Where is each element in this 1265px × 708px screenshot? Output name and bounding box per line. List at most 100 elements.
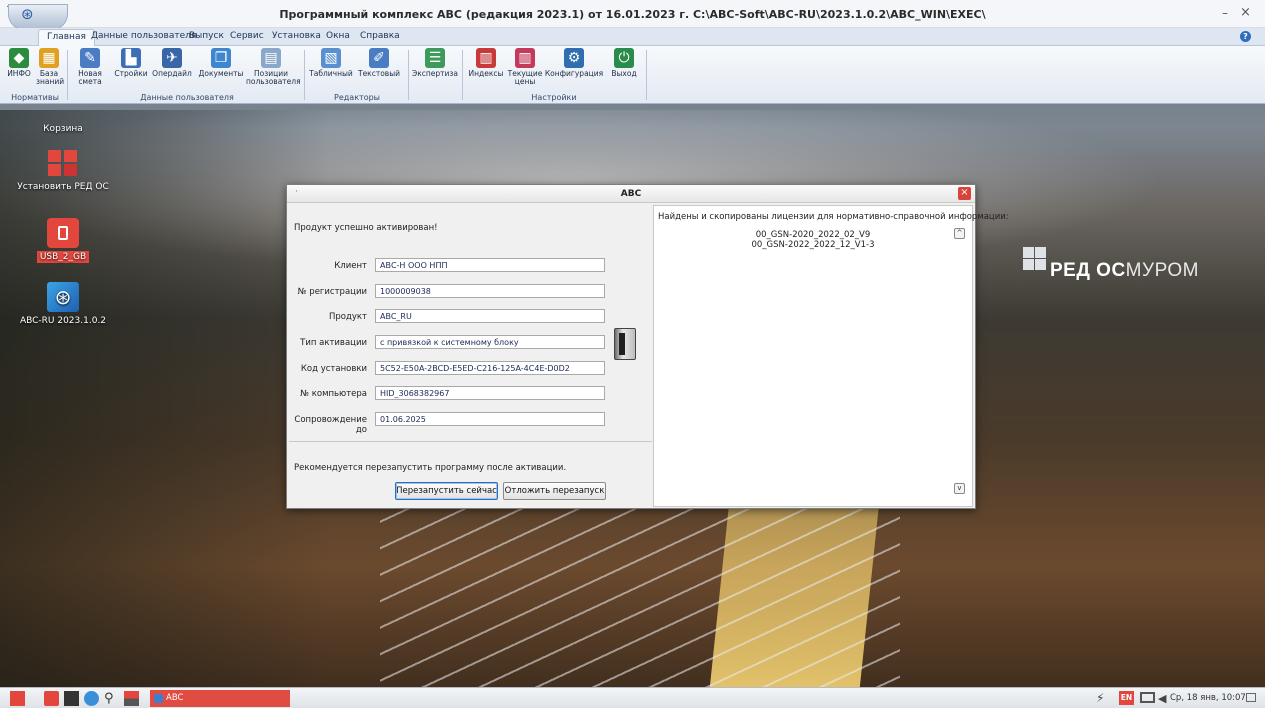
tab-help[interactable]: Справка xyxy=(360,31,400,41)
field-label-registration: № регистрации xyxy=(297,287,367,297)
display-icon[interactable] xyxy=(1140,692,1155,703)
ribbon-button-operfile[interactable]: ✈ Опердайл xyxy=(150,48,194,78)
show-desktop-button[interactable] xyxy=(1246,693,1256,702)
restart-now-button[interactable]: Перезапустить сейчас xyxy=(395,482,498,500)
group-separator xyxy=(67,50,68,100)
product-field[interactable]: ABC_RU xyxy=(375,309,605,323)
ribbon-button-table-editor[interactable]: ▧ Табличный xyxy=(308,48,354,78)
field-label-activation-type: Тип активации xyxy=(300,338,367,348)
file-manager-icon[interactable] xyxy=(44,691,59,706)
tab-service[interactable]: Сервис xyxy=(230,31,264,41)
ribbon-button-construction[interactable]: ▙ Стройки xyxy=(112,48,150,78)
table-editor-icon: ▧ xyxy=(321,48,341,68)
field-label-install-code: Код установки xyxy=(300,364,367,374)
ribbon-button-label: Табличный xyxy=(309,69,353,78)
ribbon-button-knowledge-base[interactable]: ▦ База знаний xyxy=(36,48,65,86)
group-separator xyxy=(646,50,647,100)
tab-user-data[interactable]: Данные пользователя xyxy=(91,31,196,41)
exit-icon: ⏻ xyxy=(614,48,634,68)
ribbon-button-exit[interactable]: ⏻ Выход xyxy=(606,48,642,78)
field-label-support-until: Сопровождение до xyxy=(294,415,367,435)
terminal-icon[interactable] xyxy=(64,691,79,706)
tab-output[interactable]: Выпуск xyxy=(189,31,224,41)
redos-wallpaper-logo: РЕД ОСМУРОМ xyxy=(1023,247,1203,287)
network-icon[interactable]: ⚡ xyxy=(1096,691,1111,706)
close-window-button[interactable]: × xyxy=(1240,5,1251,20)
ribbon-button-label: Документы xyxy=(198,69,244,78)
success-message: Продукт успешно активирован! xyxy=(294,223,438,233)
taskbar-task-abc[interactable]: ABC xyxy=(150,690,290,707)
licenses-list: 00_GSN-2020_2022_02_V9 00_GSN-2022_2022_… xyxy=(654,230,972,250)
expertise-icon: ☰ xyxy=(425,48,445,68)
postpone-restart-button[interactable]: Отложить перезапуск xyxy=(503,482,606,500)
redos-brand: РЕД ОС xyxy=(1050,260,1126,281)
support-until-field[interactable]: 01.06.2025 xyxy=(375,412,605,426)
indexes-icon: ▥ xyxy=(476,48,496,68)
ribbon-button-label: База знаний xyxy=(36,69,65,86)
client-field[interactable]: АВС-Н ООО НПП xyxy=(375,258,605,272)
desktop-icon-trash[interactable]: Корзина xyxy=(8,112,118,134)
minimize-button[interactable]: – xyxy=(1222,6,1228,20)
activation-dialog: · АВС × Продукт успешно активирован! Кли… xyxy=(286,184,1009,509)
redos-logo-icon xyxy=(1023,247,1047,271)
ribbon-button-label: Конфигурация xyxy=(544,69,604,78)
dialog-titlebar: · АВС × xyxy=(287,185,975,203)
restart-recommendation: Рекомендуется перезапустить программу по… xyxy=(294,463,567,473)
ribbon-button-expertise[interactable]: ☰ Экспертиза xyxy=(411,48,459,78)
documents-icon: ❐ xyxy=(211,48,231,68)
install-code-field[interactable]: 5C52-E50A-2BCD-E5ED-C216-125A-4C4E-D0D2 xyxy=(375,361,605,375)
search-icon[interactable]: ⚲ xyxy=(104,691,119,706)
redos-edition: МУРОМ xyxy=(1125,260,1199,281)
start-menu-icon[interactable] xyxy=(10,691,25,706)
desktop-icon-abc[interactable]: ⊛ ABC-RU 2023.1.0.2 xyxy=(8,282,118,326)
ribbon-button-text-editor[interactable]: ✐ Текстовый xyxy=(356,48,402,78)
app-launcher-icon[interactable] xyxy=(124,691,139,706)
current-prices-icon: ▥ xyxy=(515,48,535,68)
tab-windows[interactable]: Окна xyxy=(326,31,350,41)
field-label-client: Клиент xyxy=(334,261,367,271)
ribbon-button-label: Позиции пользователя xyxy=(246,69,301,86)
computer-number-field[interactable]: HID_3068382967 xyxy=(375,386,605,400)
activation-info-pane: Продукт успешно активирован! Клиент АВС-… xyxy=(289,205,652,507)
help-icon[interactable]: ? xyxy=(1240,31,1251,42)
ribbon-button-label: ИНФО xyxy=(7,69,31,78)
scroll-up-button[interactable]: ^ xyxy=(954,228,965,239)
tab-install[interactable]: Установка xyxy=(272,31,321,41)
tab-main[interactable]: Главная xyxy=(38,29,95,46)
ribbon-button-label: Опердайл xyxy=(152,69,192,78)
licenses-header: Найдены и скопированы лицензии для норма… xyxy=(658,212,1009,222)
trash-icon xyxy=(45,112,81,120)
window-title: Программный комплекс АВС (редакция 2023.… xyxy=(279,8,986,21)
group-label-user-data: Данные пользователя xyxy=(140,93,234,102)
desktop-icon-label: Корзина xyxy=(43,124,83,134)
operfile-icon: ✈ xyxy=(162,48,182,68)
ribbon-button-label: Экспертиза xyxy=(412,69,458,78)
browser-icon[interactable] xyxy=(84,691,99,706)
desktop-icon-label: USB_2_GB xyxy=(36,251,90,263)
desktop-icon-label: Установить РЕД ОС xyxy=(17,182,109,192)
dialog-close-button[interactable]: × xyxy=(958,187,971,200)
configuration-icon: ⚙ xyxy=(564,48,584,68)
group-separator xyxy=(462,50,463,100)
ribbon-button-configuration[interactable]: ⚙ Конфигурация xyxy=(544,48,604,78)
ribbon-button-current-prices[interactable]: ▥ Текущие цены xyxy=(506,48,544,86)
scroll-down-button[interactable]: v xyxy=(954,483,965,494)
activation-type-field[interactable]: с привязкой к системному блоку xyxy=(375,335,605,349)
ribbon-button-documents[interactable]: ❐ Документы xyxy=(197,48,245,78)
ribbon-button-indexes[interactable]: ▥ Индексы xyxy=(466,48,506,78)
desktop-icon-install-redos[interactable]: Установить РЕД ОС xyxy=(8,148,118,192)
ribbon-button-info[interactable]: ◆ ИНФО xyxy=(6,48,32,78)
knowledge-base-icon: ▦ xyxy=(39,48,59,68)
field-label-product: Продукт xyxy=(329,312,367,322)
application-button[interactable]: ⊛ xyxy=(8,4,68,30)
registration-number-field[interactable]: 1000009038 xyxy=(375,284,605,298)
keyboard-layout-indicator[interactable]: EN xyxy=(1119,691,1134,705)
licenses-pane: Найдены и скопированы лицензии для норма… xyxy=(653,205,1009,507)
text-editor-icon: ✐ xyxy=(369,48,389,68)
ribbon-button-user-positions[interactable]: ▤ Позиции пользователя xyxy=(246,48,301,86)
clock[interactable]: Ср, 18 янв, 10:07 xyxy=(1170,693,1246,703)
desktop-icon-usb[interactable]: USB_2_GB xyxy=(8,218,118,263)
ribbon-button-label: Стройки xyxy=(114,69,148,78)
license-item: 00_GSN-2022_2022_12_V1-3 xyxy=(751,240,875,250)
ribbon-button-new-estimate[interactable]: ✎ Новая смета xyxy=(72,48,108,86)
